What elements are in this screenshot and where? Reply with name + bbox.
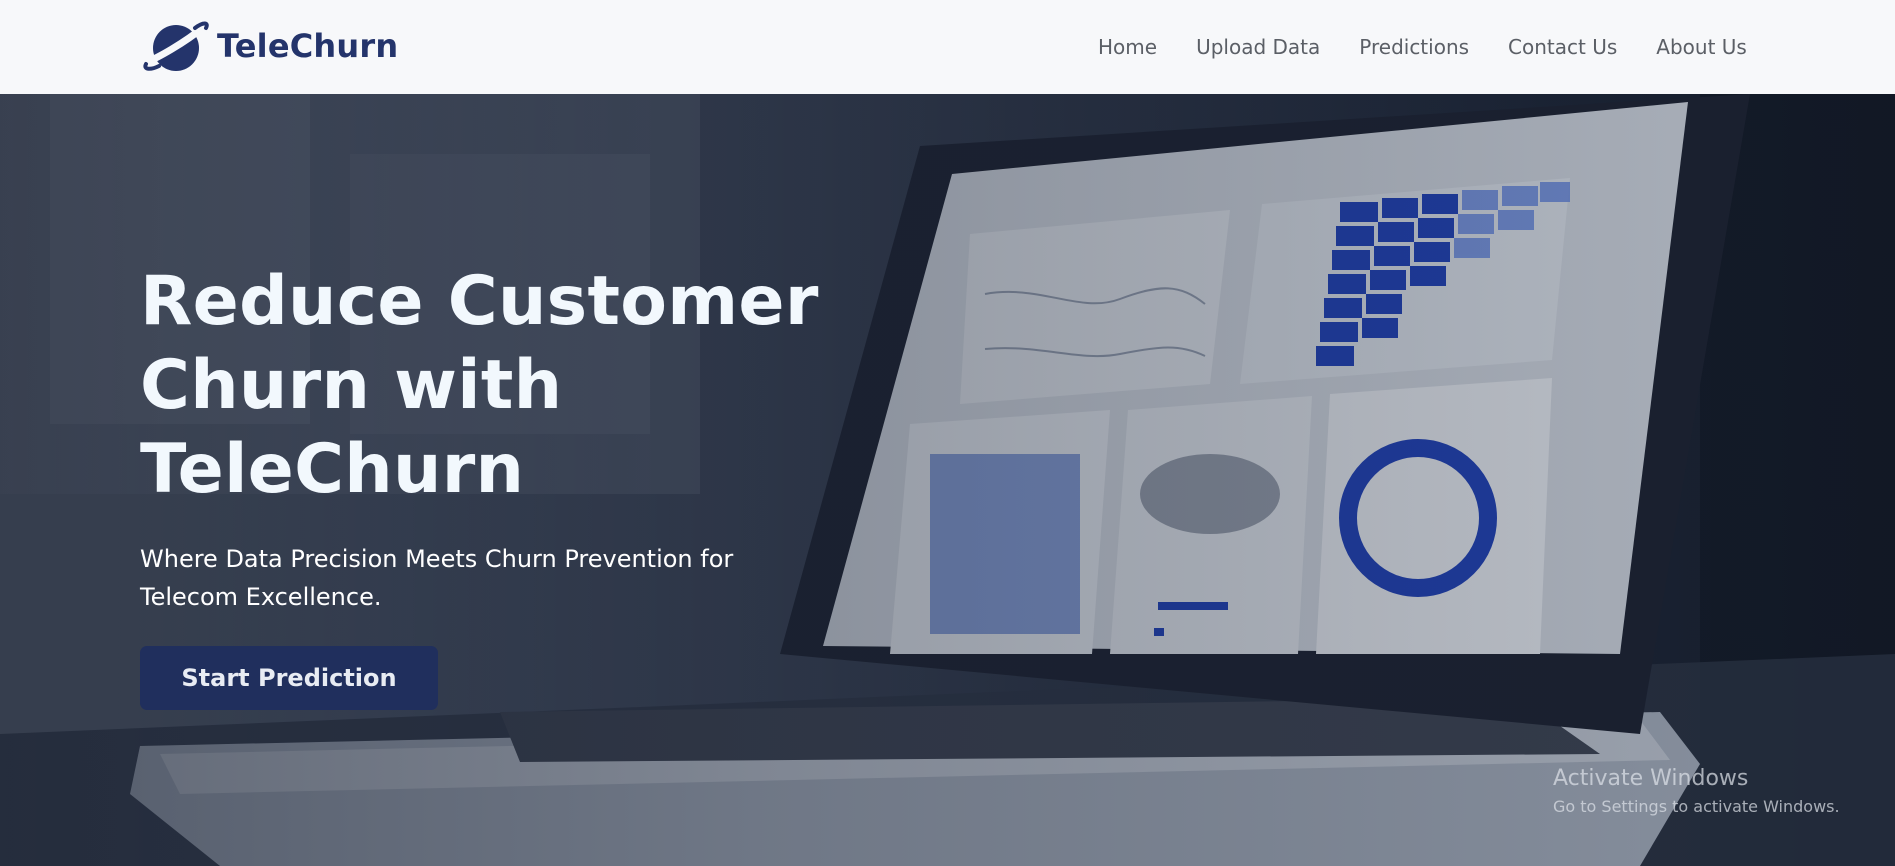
hero-section: Reduce Customer Churn with TeleChurn Whe… <box>0 94 1895 866</box>
nav-home[interactable]: Home <box>1098 30 1157 64</box>
main-nav: Home Upload Data Predictions Contact Us … <box>1098 30 1747 64</box>
brand-name: TeleChurn <box>217 27 399 65</box>
nav-contact-us[interactable]: Contact Us <box>1508 30 1617 64</box>
watermark-title: Activate Windows <box>1553 766 1749 791</box>
watermark-subtitle: Go to Settings to activate Windows. <box>1553 797 1840 816</box>
hero-title: Reduce Customer Churn with TeleChurn <box>140 262 819 509</box>
navbar: TeleChurn Home Upload Data Predictions C… <box>0 0 1895 94</box>
start-prediction-button[interactable]: Start Prediction <box>140 646 438 710</box>
nav-upload-data[interactable]: Upload Data <box>1196 30 1320 64</box>
nav-predictions[interactable]: Predictions <box>1359 30 1469 64</box>
brand[interactable]: TeleChurn <box>143 18 398 74</box>
nav-about-us[interactable]: About Us <box>1656 30 1747 64</box>
activate-windows-watermark: Activate Windows Go to Settings to activ… <box>1553 764 1840 818</box>
hero-subtitle: Where Data Precision Meets Churn Prevent… <box>140 545 734 611</box>
planet-logo-icon <box>143 21 209 71</box>
